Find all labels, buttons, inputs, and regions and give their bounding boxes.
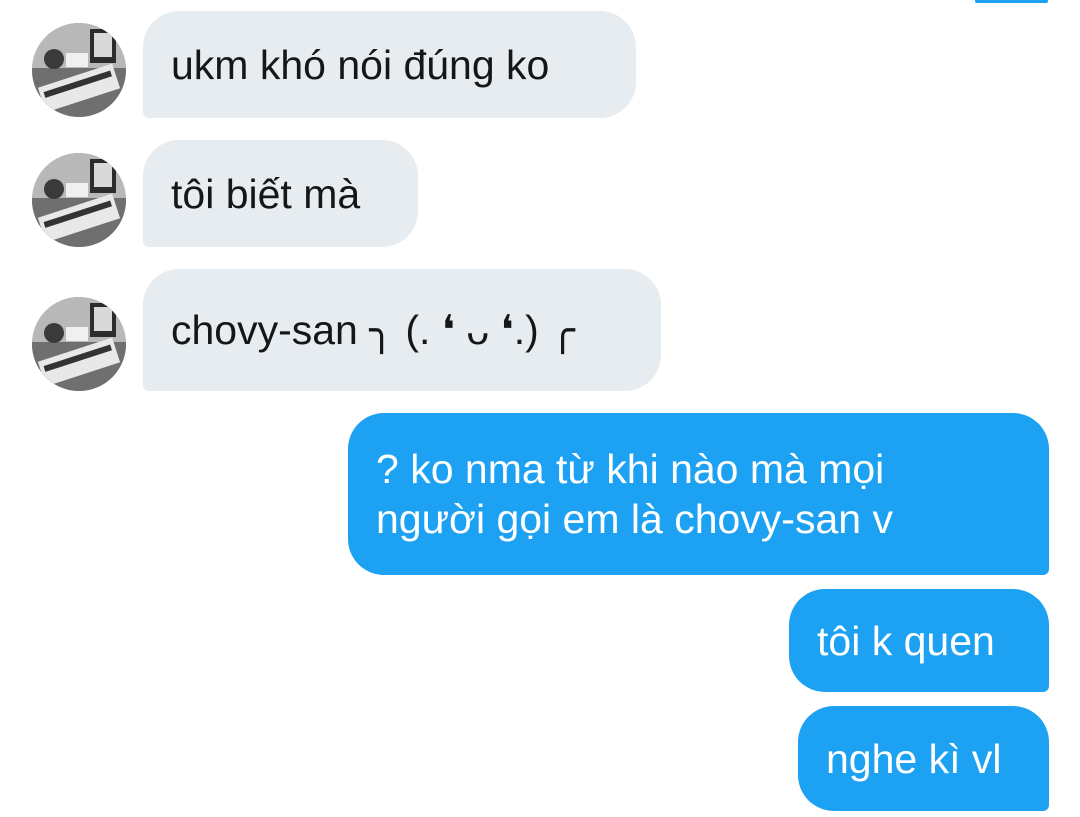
avatar-photo-icon (32, 23, 126, 117)
previous-message-edge (975, 0, 1048, 3)
avatar-photo-icon (32, 153, 126, 247)
message-text: nghe kì vl (826, 735, 1002, 782)
contact-avatar[interactable] (32, 23, 126, 117)
message-text: tôi k quen (817, 617, 995, 664)
contact-avatar[interactable] (32, 297, 126, 391)
incoming-message-bubble[interactable]: chovy-san ╮ (. ❛ ᴗ ❛.) ╭ (143, 269, 661, 391)
outgoing-message-bubble[interactable]: tôi k quen (789, 589, 1049, 692)
message-text-line: người gọi em là chovy-san v (376, 496, 893, 542)
incoming-message-bubble[interactable]: tôi biết mà (143, 140, 418, 247)
incoming-message-bubble[interactable]: ukm khó nói đúng ko (143, 11, 636, 118)
avatar-photo-icon (32, 297, 126, 391)
contact-avatar[interactable] (32, 153, 126, 247)
message-text: ukm khó nói đúng ko (171, 41, 550, 88)
message-text-line: ? ko nma từ khi nào mà mọi (376, 446, 885, 492)
message-text: chovy-san ╮ (. ❛ ᴗ ❛.) ╭ (171, 307, 575, 353)
outgoing-message-bubble[interactable]: ? ko nma từ khi nào mà mọi người gọi em … (348, 413, 1049, 575)
message-text: tôi biết mà (171, 170, 361, 217)
outgoing-message-bubble[interactable]: nghe kì vl (798, 706, 1049, 811)
